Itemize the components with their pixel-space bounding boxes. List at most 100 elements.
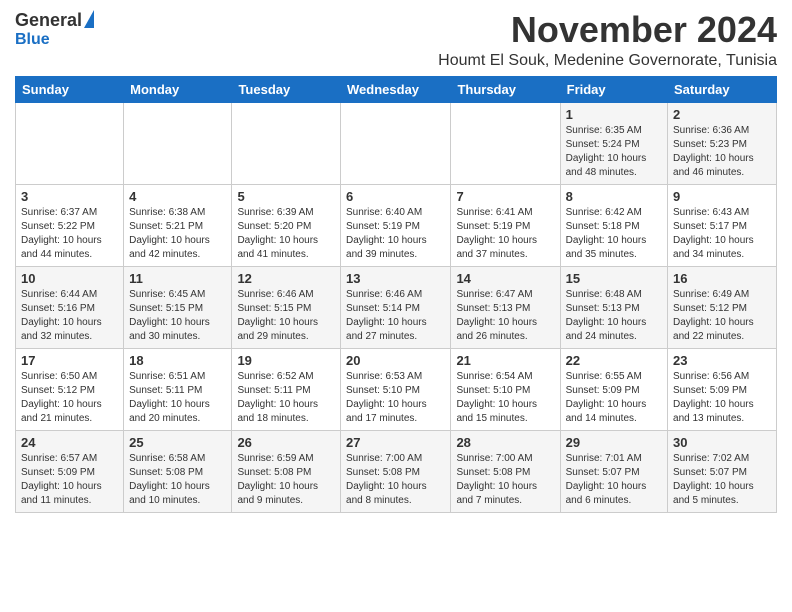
weekday-header-tuesday: Tuesday xyxy=(232,76,341,102)
day-number: 28 xyxy=(456,435,554,450)
calendar-cell: 22 Sunrise: 6:55 AM Sunset: 5:09 PM Dayli… xyxy=(560,348,667,430)
calendar-cell: 20 Sunrise: 6:53 AM Sunset: 5:10 PM Dayli… xyxy=(341,348,451,430)
day-number: 22 xyxy=(566,353,662,368)
calendar-cell: 13 Sunrise: 6:46 AM Sunset: 5:14 PM Dayli… xyxy=(341,266,451,348)
day-info: Sunrise: 6:54 AM Sunset: 5:10 PM Dayligh… xyxy=(456,370,554,426)
calendar-cell: 14 Sunrise: 6:47 AM Sunset: 5:13 PM Dayli… xyxy=(451,266,560,348)
day-info: Sunrise: 6:59 AM Sunset: 5:08 PM Dayligh… xyxy=(237,452,335,508)
weekday-header-sunday: Sunday xyxy=(16,76,124,102)
calendar-cell: 26 Sunrise: 6:59 AM Sunset: 5:08 PM Dayli… xyxy=(232,430,341,512)
day-number: 14 xyxy=(456,271,554,286)
day-info: Sunrise: 6:58 AM Sunset: 5:08 PM Dayligh… xyxy=(129,452,226,508)
day-number: 5 xyxy=(237,189,335,204)
day-number: 15 xyxy=(566,271,662,286)
day-info: Sunrise: 6:35 AM Sunset: 5:24 PM Dayligh… xyxy=(566,124,662,180)
day-info: Sunrise: 6:41 AM Sunset: 5:19 PM Dayligh… xyxy=(456,206,554,262)
calendar-table: SundayMondayTuesdayWednesdayThursdayFrid… xyxy=(15,76,777,513)
week-row-2: 3Sunrise: 6:37 AM Sunset: 5:22 PM Daylig… xyxy=(16,184,777,266)
day-info: Sunrise: 6:56 AM Sunset: 5:09 PM Dayligh… xyxy=(673,370,771,426)
day-number: 16 xyxy=(673,271,771,286)
day-number: 1 xyxy=(566,107,662,122)
calendar-cell: 6 Sunrise: 6:40 AM Sunset: 5:19 PM Daylig… xyxy=(341,184,451,266)
day-info: Sunrise: 6:52 AM Sunset: 5:11 PM Dayligh… xyxy=(237,370,335,426)
weekday-header-saturday: Saturday xyxy=(668,76,777,102)
day-info: Sunrise: 6:38 AM Sunset: 5:21 PM Dayligh… xyxy=(129,206,226,262)
weekday-header-thursday: Thursday xyxy=(451,76,560,102)
calendar-cell: 2 Sunrise: 6:36 AM Sunset: 5:23 PM Daylig… xyxy=(668,102,777,184)
day-number: 2 xyxy=(673,107,771,122)
day-info: Sunrise: 6:57 AM Sunset: 5:09 PM Dayligh… xyxy=(21,452,118,508)
day-number: 17 xyxy=(21,353,118,368)
calendar-cell: 3Sunrise: 6:37 AM Sunset: 5:22 PM Daylig… xyxy=(16,184,124,266)
day-info: Sunrise: 7:00 AM Sunset: 5:08 PM Dayligh… xyxy=(346,452,445,508)
logo-general: General xyxy=(15,10,82,31)
week-row-1: 1 Sunrise: 6:35 AM Sunset: 5:24 PM Daylig… xyxy=(16,102,777,184)
calendar-cell: 23 Sunrise: 6:56 AM Sunset: 5:09 PM Dayli… xyxy=(668,348,777,430)
day-info: Sunrise: 6:50 AM Sunset: 5:12 PM Dayligh… xyxy=(21,370,118,426)
day-info: Sunrise: 6:43 AM Sunset: 5:17 PM Dayligh… xyxy=(673,206,771,262)
week-row-3: 10 Sunrise: 6:44 AM Sunset: 5:16 PM Dayli… xyxy=(16,266,777,348)
day-number: 10 xyxy=(21,271,118,286)
calendar-cell: 5 Sunrise: 6:39 AM Sunset: 5:20 PM Daylig… xyxy=(232,184,341,266)
weekday-header-wednesday: Wednesday xyxy=(341,76,451,102)
calendar-cell: 15 Sunrise: 6:48 AM Sunset: 5:13 PM Dayli… xyxy=(560,266,667,348)
day-number: 9 xyxy=(673,189,771,204)
calendar-cell: 11 Sunrise: 6:45 AM Sunset: 5:15 PM Dayli… xyxy=(124,266,232,348)
weekday-header-row: SundayMondayTuesdayWednesdayThursdayFrid… xyxy=(16,76,777,102)
day-info: Sunrise: 6:36 AM Sunset: 5:23 PM Dayligh… xyxy=(673,124,771,180)
day-info: Sunrise: 6:51 AM Sunset: 5:11 PM Dayligh… xyxy=(129,370,226,426)
calendar-cell: 29 Sunrise: 7:01 AM Sunset: 5:07 PM Dayli… xyxy=(560,430,667,512)
calendar-cell: 9 Sunrise: 6:43 AM Sunset: 5:17 PM Daylig… xyxy=(668,184,777,266)
day-number: 26 xyxy=(237,435,335,450)
calendar-cell: 17 Sunrise: 6:50 AM Sunset: 5:12 PM Dayli… xyxy=(16,348,124,430)
day-number: 27 xyxy=(346,435,445,450)
day-info: Sunrise: 6:47 AM Sunset: 5:13 PM Dayligh… xyxy=(456,288,554,344)
day-info: Sunrise: 6:45 AM Sunset: 5:15 PM Dayligh… xyxy=(129,288,226,344)
weekday-header-monday: Monday xyxy=(124,76,232,102)
calendar-cell: 19 Sunrise: 6:52 AM Sunset: 5:11 PM Dayli… xyxy=(232,348,341,430)
calendar-cell: 12Sunrise: 6:46 AM Sunset: 5:15 PM Dayli… xyxy=(232,266,341,348)
week-row-4: 17 Sunrise: 6:50 AM Sunset: 5:12 PM Dayli… xyxy=(16,348,777,430)
calendar-cell: 24Sunrise: 6:57 AM Sunset: 5:09 PM Dayli… xyxy=(16,430,124,512)
day-info: Sunrise: 6:46 AM Sunset: 5:14 PM Dayligh… xyxy=(346,288,445,344)
day-info: Sunrise: 6:49 AM Sunset: 5:12 PM Dayligh… xyxy=(673,288,771,344)
day-number: 25 xyxy=(129,435,226,450)
calendar-cell xyxy=(451,102,560,184)
day-info: Sunrise: 6:55 AM Sunset: 5:09 PM Dayligh… xyxy=(566,370,662,426)
day-number: 19 xyxy=(237,353,335,368)
day-info: Sunrise: 6:53 AM Sunset: 5:10 PM Dayligh… xyxy=(346,370,445,426)
day-number: 21 xyxy=(456,353,554,368)
day-number: 20 xyxy=(346,353,445,368)
calendar-cell xyxy=(341,102,451,184)
day-number: 30 xyxy=(673,435,771,450)
calendar-cell: 30 Sunrise: 7:02 AM Sunset: 5:07 PM Dayli… xyxy=(668,430,777,512)
calendar-cell: 16 Sunrise: 6:49 AM Sunset: 5:12 PM Dayli… xyxy=(668,266,777,348)
day-number: 6 xyxy=(346,189,445,204)
day-info: Sunrise: 6:40 AM Sunset: 5:19 PM Dayligh… xyxy=(346,206,445,262)
day-number: 11 xyxy=(129,271,226,286)
day-number: 13 xyxy=(346,271,445,286)
day-info: Sunrise: 6:48 AM Sunset: 5:13 PM Dayligh… xyxy=(566,288,662,344)
day-info: Sunrise: 7:00 AM Sunset: 5:08 PM Dayligh… xyxy=(456,452,554,508)
day-number: 23 xyxy=(673,353,771,368)
calendar-cell: 4Sunrise: 6:38 AM Sunset: 5:21 PM Daylig… xyxy=(124,184,232,266)
page-header: General Blue November 2024 Houmt El Souk… xyxy=(15,10,777,70)
logo-blue: Blue xyxy=(15,31,50,49)
calendar-cell xyxy=(16,102,124,184)
day-info: Sunrise: 6:44 AM Sunset: 5:16 PM Dayligh… xyxy=(21,288,118,344)
day-info: Sunrise: 6:39 AM Sunset: 5:20 PM Dayligh… xyxy=(237,206,335,262)
calendar-cell: 7Sunrise: 6:41 AM Sunset: 5:19 PM Daylig… xyxy=(451,184,560,266)
day-number: 29 xyxy=(566,435,662,450)
day-number: 18 xyxy=(129,353,226,368)
day-number: 12 xyxy=(237,271,335,286)
week-row-5: 24Sunrise: 6:57 AM Sunset: 5:09 PM Dayli… xyxy=(16,430,777,512)
location-subtitle: Houmt El Souk, Medenine Governorate, Tun… xyxy=(438,52,777,70)
day-info: Sunrise: 6:37 AM Sunset: 5:22 PM Dayligh… xyxy=(21,206,118,262)
day-info: Sunrise: 7:01 AM Sunset: 5:07 PM Dayligh… xyxy=(566,452,662,508)
calendar-cell: 28 Sunrise: 7:00 AM Sunset: 5:08 PM Dayli… xyxy=(451,430,560,512)
calendar-cell: 1 Sunrise: 6:35 AM Sunset: 5:24 PM Daylig… xyxy=(560,102,667,184)
calendar-cell xyxy=(232,102,341,184)
calendar-cell: 18 Sunrise: 6:51 AM Sunset: 5:11 PM Dayli… xyxy=(124,348,232,430)
calendar-cell xyxy=(124,102,232,184)
day-info: Sunrise: 7:02 AM Sunset: 5:07 PM Dayligh… xyxy=(673,452,771,508)
